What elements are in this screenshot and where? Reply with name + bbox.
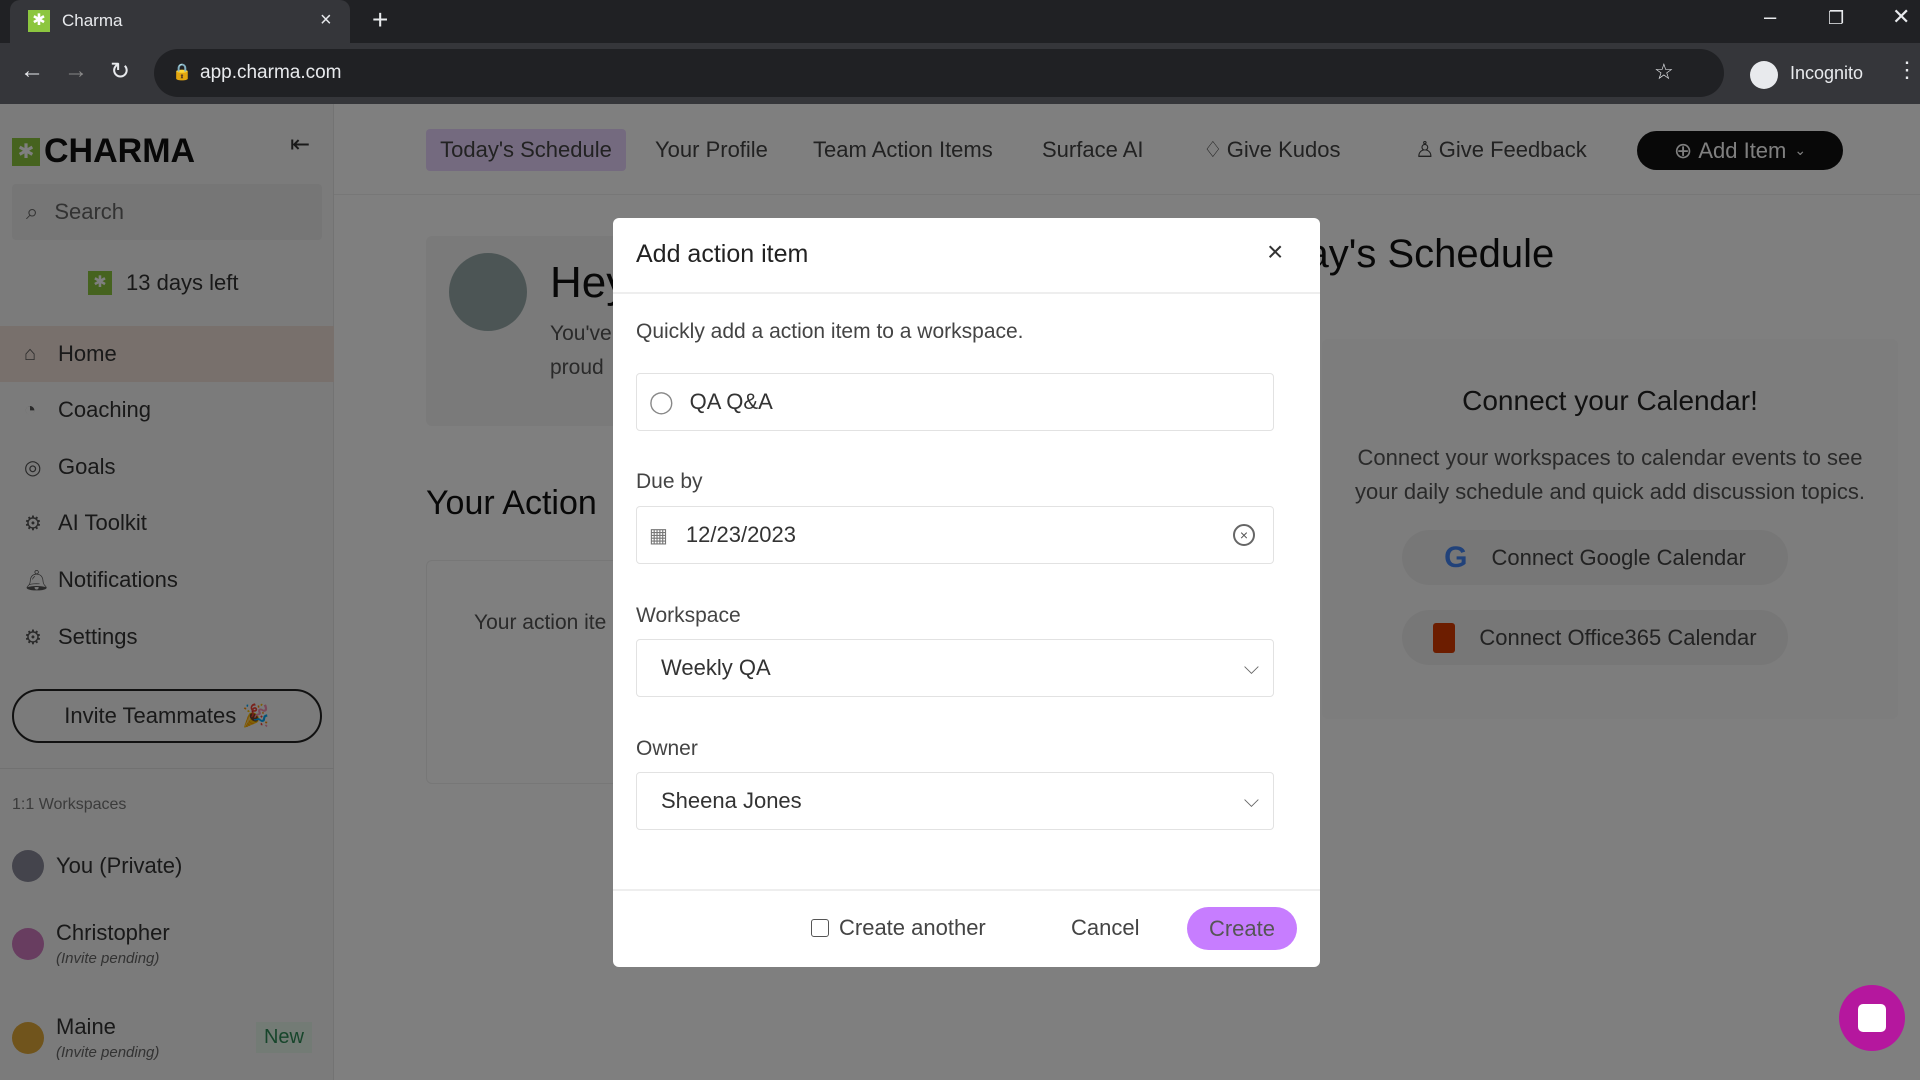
chat-icon bbox=[1858, 1004, 1886, 1032]
url-text: app.charma.com bbox=[200, 62, 342, 83]
chat-launcher[interactable] bbox=[1839, 985, 1905, 1051]
close-tab-icon[interactable]: × bbox=[320, 9, 332, 32]
clear-date-icon[interactable]: × bbox=[1233, 524, 1255, 546]
close-window-icon[interactable]: ✕ bbox=[1892, 4, 1910, 30]
profile-icon[interactable] bbox=[1750, 61, 1778, 89]
workspace-select[interactable]: Weekly QA ⌵ bbox=[636, 639, 1274, 697]
lock-icon: 🔒 bbox=[172, 64, 192, 81]
reload-icon[interactable]: ↻ bbox=[110, 57, 130, 86]
owner-select[interactable]: Sheena Jones ⌵ bbox=[636, 772, 1274, 830]
chevron-down-icon: ⌵ bbox=[1243, 789, 1259, 812]
favicon: ✱ bbox=[28, 10, 50, 32]
close-icon[interactable]: × bbox=[1267, 236, 1283, 268]
due-by-label: Due by bbox=[636, 470, 703, 493]
owner-label: Owner bbox=[636, 737, 698, 760]
menu-icon[interactable]: ⋮ bbox=[1896, 57, 1918, 83]
add-action-item-dialog: Add action item × Quickly add a action i… bbox=[613, 218, 1320, 967]
address-row: ← → ↻ 🔒 app.charma.com ☆ Incognito ⋮ bbox=[0, 43, 1920, 104]
due-date-input[interactable]: ▦ 12/23/2023 × bbox=[636, 506, 1274, 564]
incognito-label: Incognito bbox=[1790, 63, 1864, 83]
check-circle-icon: ◯ bbox=[649, 389, 674, 414]
back-icon[interactable]: ← bbox=[20, 57, 44, 85]
cancel-button[interactable]: Cancel bbox=[1071, 915, 1139, 941]
dialog-description: Quickly add a action item to a workspace… bbox=[636, 320, 1024, 343]
star-icon[interactable]: ☆ bbox=[1654, 59, 1674, 85]
calendar-icon: ▦ bbox=[649, 524, 668, 547]
divider bbox=[613, 292, 1320, 294]
browser-tab[interactable]: ✱ Charma × bbox=[10, 0, 350, 43]
divider bbox=[613, 889, 1320, 891]
action-item-title-input[interactable]: ◯ QA Q&A bbox=[636, 373, 1274, 431]
checkbox[interactable] bbox=[811, 919, 829, 937]
dialog-title: Add action item bbox=[636, 240, 809, 268]
minimize-icon[interactable]: – bbox=[1764, 4, 1776, 30]
tab-title: Charma bbox=[62, 11, 123, 30]
restore-icon[interactable]: ❐ bbox=[1828, 8, 1844, 29]
create-another-checkbox[interactable]: Create another bbox=[811, 915, 986, 941]
workspace-label: Workspace bbox=[636, 604, 741, 627]
create-button[interactable]: Create bbox=[1187, 907, 1297, 950]
forward-icon[interactable]: → bbox=[64, 57, 88, 85]
new-tab-icon[interactable]: + bbox=[372, 4, 388, 36]
browser-tab-bar: ✱ Charma × + – ❐ ✕ bbox=[0, 0, 1920, 43]
chevron-down-icon: ⌵ bbox=[1243, 656, 1259, 679]
address-bar[interactable]: 🔒 app.charma.com ☆ bbox=[154, 49, 1724, 97]
